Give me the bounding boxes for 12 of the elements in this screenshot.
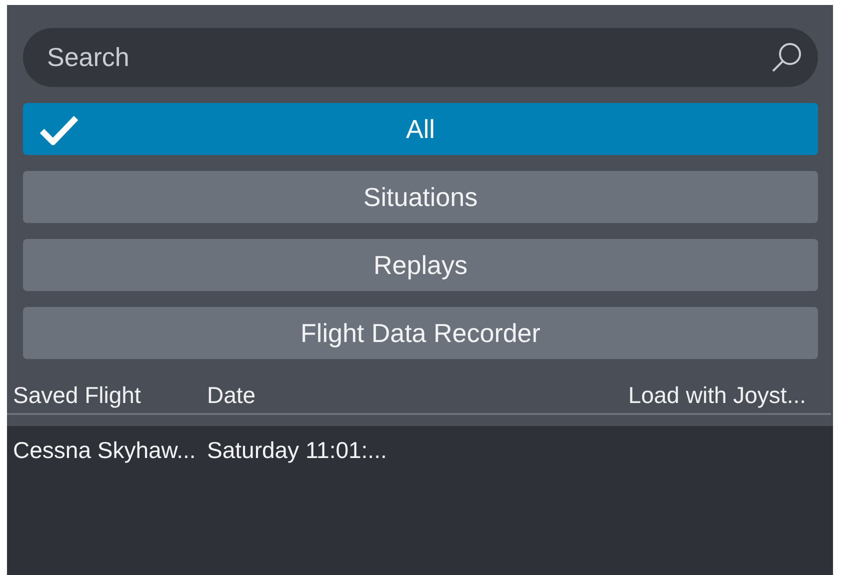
table-cell-text: Cessna Skyhaw... — [12, 436, 197, 464]
checkmark-icon — [39, 115, 79, 145]
filter-button[interactable]: All — [23, 103, 818, 155]
filter-button[interactable]: Situations — [23, 171, 818, 223]
filter-button[interactable]: Replays — [23, 239, 818, 291]
filter-button[interactable]: Flight Data Recorder — [23, 307, 818, 359]
column-header[interactable]: Saved Flight — [7, 382, 207, 408]
column-header[interactable]: Load with Joyst... — [628, 382, 831, 408]
search-icon — [770, 40, 804, 74]
search-field[interactable]: Search — [23, 28, 818, 87]
column-header[interactable]: Date — [207, 382, 628, 408]
table-cell-text: Saturday 11:01:... — [207, 436, 388, 464]
